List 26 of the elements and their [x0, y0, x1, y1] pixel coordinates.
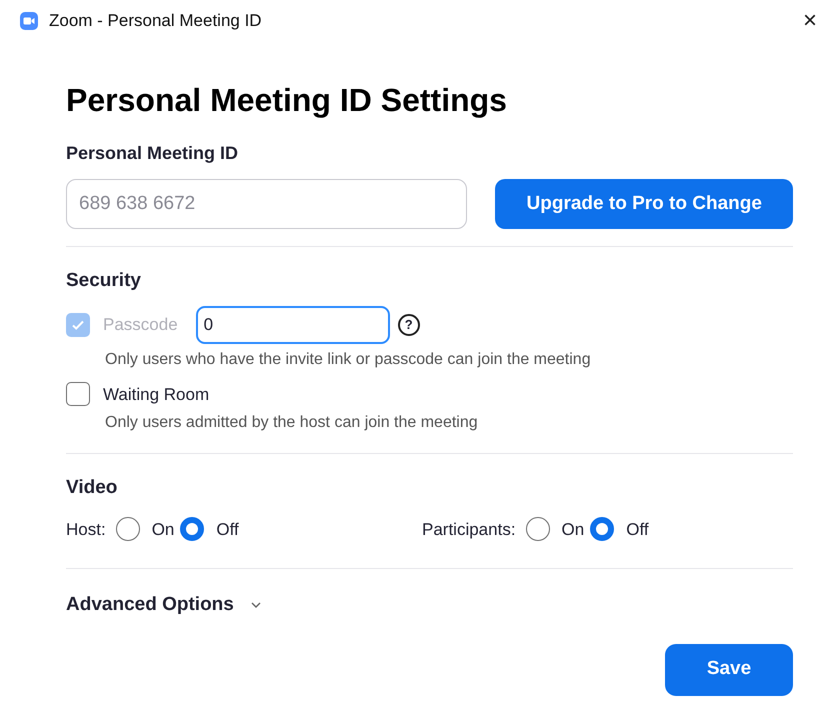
window-title: Zoom - Personal Meeting ID: [49, 10, 262, 32]
option-description: Only users admitted by the host can join the meeting: [105, 413, 479, 433]
camera-icon: [20, 12, 38, 30]
checkbox[interactable]: [66, 382, 90, 406]
field-label: Personal Meeting ID: [66, 142, 240, 165]
radio-button[interactable]: [526, 517, 550, 542]
chevron-icon: [250, 601, 262, 610]
radio-group-label: Host:: [66, 518, 106, 540]
radio-group-label: Participants:: [422, 518, 516, 540]
radio-label: On: [562, 518, 584, 540]
radio-button[interactable]: [116, 517, 140, 542]
radio-button[interactable]: [180, 517, 204, 542]
radio-button[interactable]: [590, 517, 614, 542]
advanced-options-toggle[interactable]: Advanced Options: [66, 591, 262, 620]
radio-label: Off: [626, 518, 649, 540]
radio-label: On: [152, 518, 174, 540]
save-button[interactable]: Save: [665, 644, 793, 696]
radio-label: Off: [216, 518, 239, 540]
option-label: Waiting Room: [103, 384, 210, 406]
close-button[interactable]: ×: [798, 9, 821, 33]
option-label: Passcode: [103, 314, 178, 336]
section-title: Video: [66, 476, 118, 500]
page-heading: Personal Meeting ID Settings: [66, 81, 508, 120]
section-title: Security: [66, 269, 142, 293]
upgrade-button[interactable]: Upgrade to Pro to Change: [495, 179, 793, 229]
option-description: Only users who have the invite link or passcode can join the meeting: [105, 350, 592, 370]
